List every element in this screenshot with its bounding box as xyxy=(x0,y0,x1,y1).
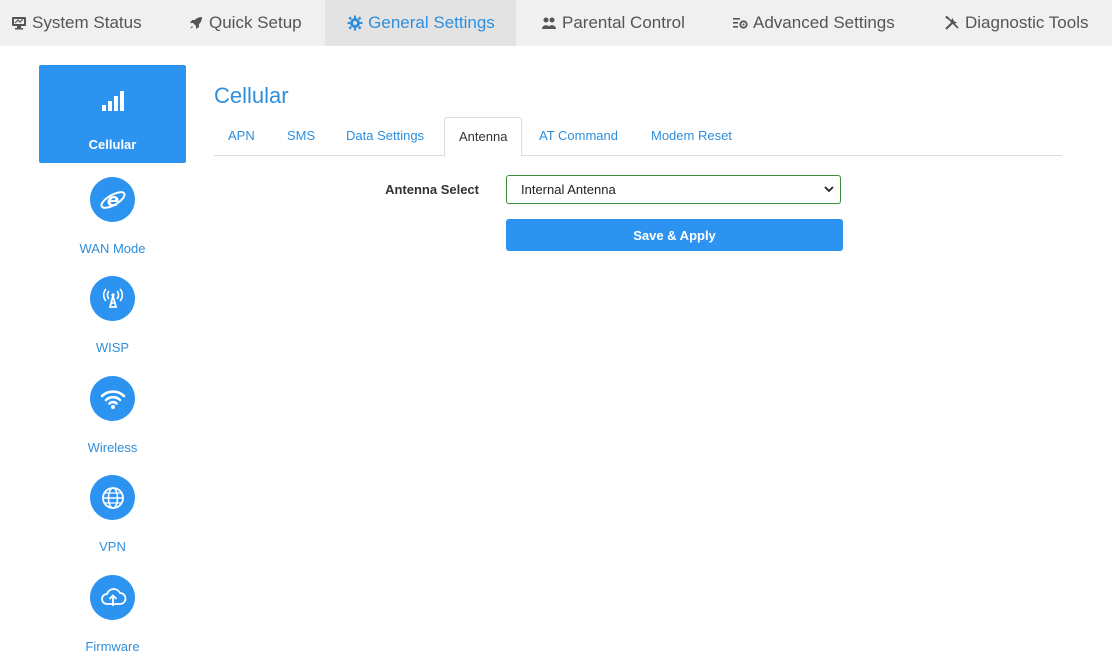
sidebar-item-vpn[interactable]: VPN xyxy=(39,475,186,554)
sidebar-item-firmware[interactable]: Firmware xyxy=(39,575,186,654)
sidebar-item-label: WISP xyxy=(95,340,130,355)
rocket-icon xyxy=(187,14,205,32)
sidebar-item-label: Cellular xyxy=(88,137,137,152)
nav-tab-parental-control[interactable]: Parental Control xyxy=(540,0,685,46)
cloud-upload-icon xyxy=(90,575,135,620)
internet-e-icon: e xyxy=(90,177,135,222)
antenna-select-label: Antenna Select xyxy=(385,182,479,197)
tools-icon xyxy=(943,14,961,32)
nav-tab-diagnostic-tools[interactable]: Diagnostic Tools xyxy=(943,0,1088,46)
antenna-select[interactable]: Internal Antenna xyxy=(506,175,841,204)
sidebar-item-label: Firmware xyxy=(85,639,140,654)
globe-icon xyxy=(90,475,135,520)
nav-tab-label: General Settings xyxy=(368,13,495,32)
chevron-down-icon xyxy=(824,186,834,193)
monitor-icon xyxy=(10,14,28,32)
tab-data-settings[interactable]: Data Settings xyxy=(346,117,424,155)
nav-tab-label: System Status xyxy=(32,13,142,32)
svg-text:e: e xyxy=(106,190,118,211)
nav-tab-label: Quick Setup xyxy=(209,13,302,32)
antenna-select-value: Internal Antenna xyxy=(521,182,616,197)
nav-tab-label: Diagnostic Tools xyxy=(965,13,1089,32)
sidebar-item-wisp[interactable]: WISP xyxy=(39,276,186,355)
top-navigation: System Status Quick Setup General Settin… xyxy=(0,0,1112,46)
wifi-icon xyxy=(90,376,135,421)
tab-apn[interactable]: APN xyxy=(228,117,255,155)
sidebar-item-label: VPN xyxy=(99,539,126,554)
sidebar-item-label: WAN Mode xyxy=(79,241,146,256)
page-title: Cellular xyxy=(214,83,289,108)
tab-sms[interactable]: SMS xyxy=(287,117,315,155)
nav-tab-quick-setup[interactable]: Quick Setup xyxy=(187,0,302,46)
antenna-tower-icon xyxy=(90,276,135,321)
tab-modem-reset[interactable]: Modem Reset xyxy=(651,117,732,155)
nav-tab-label: Parental Control xyxy=(562,13,685,32)
users-icon xyxy=(540,14,558,32)
nav-tab-label: Advanced Settings xyxy=(753,13,895,32)
sidebar-item-wan-mode[interactable]: e WAN Mode xyxy=(39,177,186,256)
sidebar-item-label: Wireless xyxy=(87,440,138,455)
nav-tab-system-status[interactable]: System Status xyxy=(10,0,142,46)
tab-antenna[interactable]: Antenna xyxy=(444,117,523,157)
nav-tab-general-settings[interactable]: General Settings xyxy=(325,0,516,46)
nav-tab-advanced-settings[interactable]: Advanced Settings xyxy=(731,0,895,46)
sidebar-item-cellular[interactable]: Cellular xyxy=(39,65,186,163)
gear-icon xyxy=(346,14,364,32)
subtab-bar: APN SMS Data Settings Antenna AT Command… xyxy=(214,117,1062,157)
tab-at-command[interactable]: AT Command xyxy=(539,117,618,155)
signal-bars-icon xyxy=(39,85,186,117)
save-apply-button[interactable]: Save & Apply xyxy=(506,219,843,251)
list-gear-icon xyxy=(731,14,749,32)
sidebar-item-wireless[interactable]: Wireless xyxy=(39,376,186,455)
